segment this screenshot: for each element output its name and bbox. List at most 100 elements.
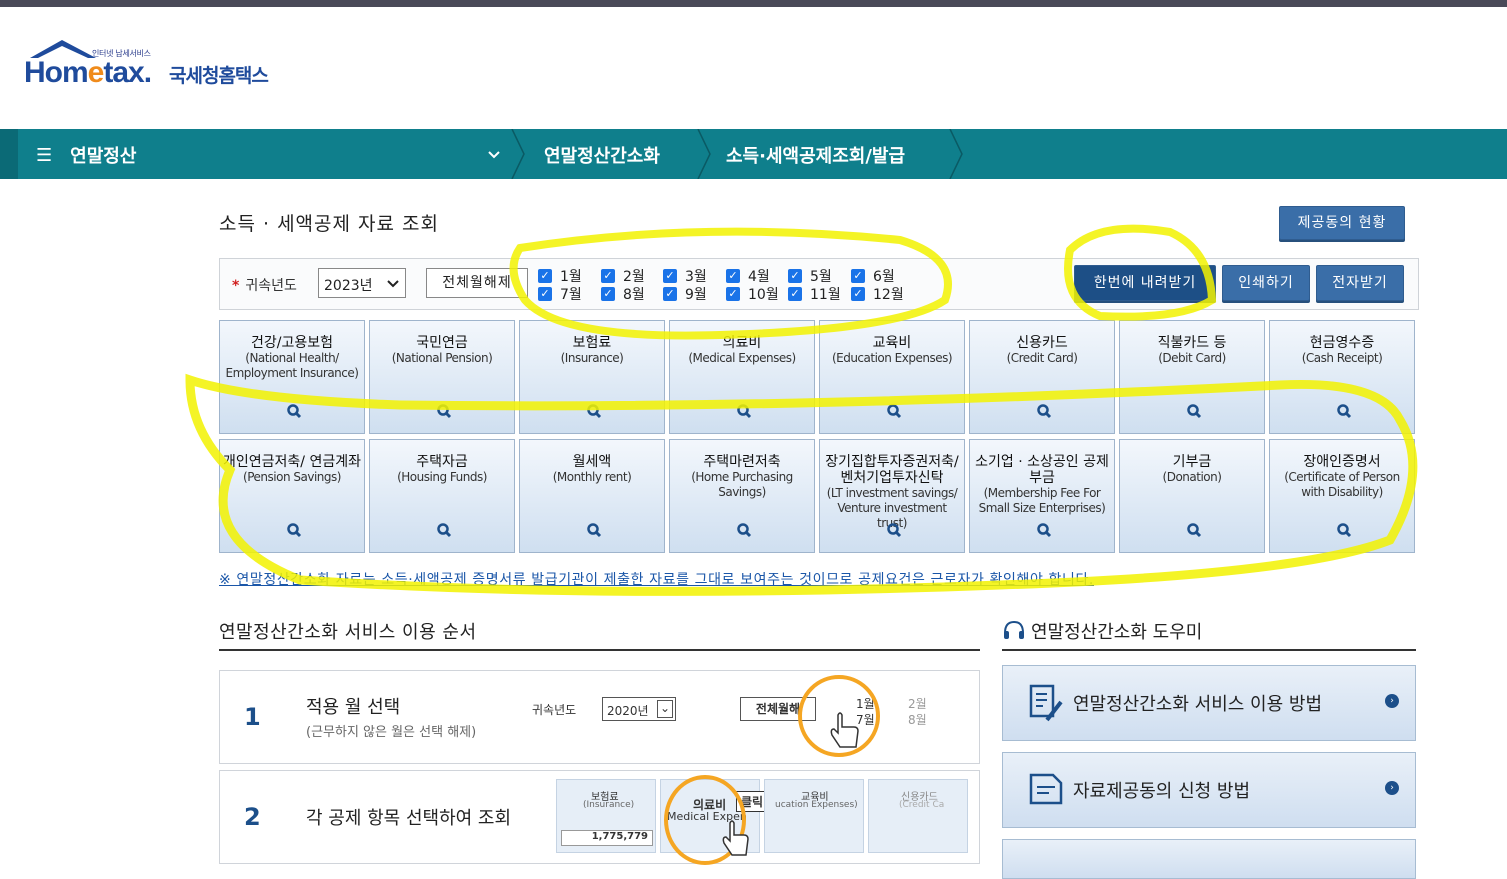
month-checkbox-7[interactable]: ✓ 7월 [538,284,582,304]
hand-pointer-icon [830,712,859,748]
search-icon[interactable] [1336,522,1352,538]
month-checkbox-9[interactable]: ✓ 9월 [663,284,707,304]
month-checkbox-5[interactable]: ✓ 5월 [788,266,832,286]
tile-english-label: (Debit Card) [1158,351,1226,365]
search-icon[interactable] [586,403,602,419]
mini-tile: 신용카드 (Credit Ca [868,779,968,853]
deduction-tile-2[interactable]: 국민연금 (National Pension) [369,320,515,434]
search-icon[interactable] [286,522,302,538]
tile-label: 기부금 [1172,454,1212,470]
hand-pointer-icon [722,820,749,856]
search-icon[interactable] [1036,522,1052,538]
hamburger-icon: ☰ [36,144,53,166]
breadcrumb-separator [697,129,711,179]
search-icon[interactable] [436,522,452,538]
chevron-down-icon [387,280,399,288]
tile-english-label: (Membership Fee For Small Size Enterpris… [978,486,1106,515]
step-title: 각 공제 항목 선택하여 조회 [306,808,512,829]
year-select[interactable]: 2023년 [318,268,406,298]
tile-label: 주택마련저축 [703,454,781,470]
logo-korean: 국세청홈택스 [169,65,269,87]
search-icon[interactable] [436,403,452,419]
search-icon[interactable] [1186,522,1202,538]
deduction-tile-14[interactable]: 소기업 · 소상공인 공제부금 (Membership Fee For Small… [969,439,1115,553]
deduction-tile-6[interactable]: 신용카드 (Credit Card) [969,320,1115,434]
search-icon[interactable] [586,522,602,538]
tile-english-label: (Donation) [1162,470,1222,484]
step-title: 적용 월 선택 [306,697,401,718]
breadcrumb-item-deduction[interactable]: 소득·세액공제조회/발급 [726,142,905,168]
e-receive-button[interactable]: 전자받기 [1316,265,1404,301]
helper-title: 연말정산간소화 도우미 [1031,622,1203,643]
deduction-tile-5[interactable]: 교육비 (Education Expenses) [819,320,965,434]
helper-item-label: 연말정산간소화 서비스 이용 방법 [1073,694,1323,715]
step-number: 2 [244,803,261,831]
search-icon[interactable] [886,403,902,419]
deduction-tile-11[interactable]: 월세액 (Monthly rent) [519,439,665,553]
checkbox-checked-icon: ✓ [601,287,615,301]
search-icon[interactable] [736,522,752,538]
tile-label: 소기업 · 소상공인 공제부금 [975,454,1109,486]
download-all-button[interactable]: 한번에 내려받기 [1074,265,1216,301]
deduction-tile-16[interactable]: 장애인증명서 (Certificate of Person with Disabi… [1269,439,1415,553]
tile-english-label: (Medical Expenses) [688,351,796,365]
clear-all-months-button[interactable]: 전체월해제 [426,268,528,298]
helper-usage-guide[interactable]: 연말정산간소화 서비스 이용 방법 › [1002,665,1416,741]
checkbox-checked-icon: ✓ [663,269,677,283]
checkbox-checked-icon: ✓ [726,287,740,301]
tile-label: 국민연금 [416,335,468,351]
steps-title: 연말정산간소화 서비스 이용 순서 [219,622,477,643]
deduction-tile-9[interactable]: 개인연금저축/ 연금계좌 (Pension Savings) [219,439,365,553]
checkbox-checked-icon: ✓ [851,269,865,283]
tile-label: 개인연금저축/ 연금계좌 [223,454,361,470]
tile-label: 신용카드 [1016,335,1068,351]
month-checkbox-1[interactable]: ✓ 1월 [538,266,582,286]
hometax-logo[interactable]: 인터넷 납세서비스 Hometax. 국세청홈택스 [22,36,312,106]
search-icon[interactable] [1186,403,1202,419]
helper-consent-guide[interactable]: 자료제공동의 신청 방법 › [1002,752,1416,828]
search-icon[interactable] [1036,403,1052,419]
tile-label: 장기집합투자증권저축/ 벤처기업투자신탁 [825,454,959,486]
consent-status-button[interactable]: 제공동의 현황 [1279,206,1405,240]
arrow-right-icon: › [1385,781,1399,795]
deduction-tile-15[interactable]: 기부금 (Donation) [1119,439,1265,553]
mini-year-label: 귀속년도 [532,703,577,717]
search-icon[interactable] [886,522,902,538]
chevron-down-icon[interactable] [487,148,501,162]
month-checkbox-2[interactable]: ✓ 2월 [601,266,645,286]
checkbox-checked-icon: ✓ [663,287,677,301]
helper-item-partial[interactable] [1002,839,1416,879]
breadcrumb-separator [511,129,525,179]
month-checkbox-3[interactable]: ✓ 3월 [663,266,707,286]
deduction-tile-7[interactable]: 직불카드 등 (Debit Card) [1119,320,1265,434]
tile-english-label: (Credit Card) [1006,351,1078,365]
month-checkbox-11[interactable]: ✓ 11월 [788,284,841,304]
checkbox-checked-icon: ✓ [788,269,802,283]
tile-english-label: (Cash Receipt) [1301,351,1383,365]
month-checkbox-4[interactable]: ✓ 4월 [726,266,770,286]
search-icon[interactable] [286,403,302,419]
notice-link[interactable]: ※ 연말정산간소화 자료는 소득·세액공제 증명서류 발급기관이 제출한 자료를… [219,569,1094,589]
month-checkbox-10[interactable]: ✓ 10월 [726,284,779,304]
breadcrumb-item-simplified[interactable]: 연말정산간소화 [544,142,660,168]
month-checkbox-8[interactable]: ✓ 8월 [601,284,645,304]
deduction-tile-3[interactable]: 보험료 (Insurance) [519,320,665,434]
month-checkbox-6[interactable]: ✓ 6월 [851,266,895,286]
search-icon[interactable] [1336,403,1352,419]
search-icon[interactable] [736,403,752,419]
menu-button[interactable]: ☰ 연말정산 [36,142,136,168]
month-checkbox-12[interactable]: ✓ 12월 [851,284,904,304]
print-button[interactable]: 인쇄하기 [1222,265,1310,301]
menu-label: 연말정산 [70,146,137,167]
deduction-tile-8[interactable]: 현금영수증 (Cash Receipt) [1269,320,1415,434]
step-2-card: 2 각 공제 항목 선택하여 조회 보험료 (Insurance) 1,775,… [219,770,980,865]
deduction-tile-12[interactable]: 주택마련저축 (Home Purchasing Savings) [669,439,815,553]
mini-month: 8월 [908,713,927,727]
deduction-tile-4[interactable]: 의료비 (Medical Expenses) [669,320,815,434]
deduction-tile-10[interactable]: 주택자금 (Housing Funds) [369,439,515,553]
tile-label: 교육비 [872,335,912,351]
tile-english-label: (Certificate of Person with Disability) [1284,470,1400,499]
deduction-tile-1[interactable]: 건강/고용보험 (National Health/ Employment Insu… [219,320,365,434]
deduction-tile-13[interactable]: 장기집합투자증권저축/ 벤처기업투자신탁 (LT investment savin… [819,439,965,553]
tile-label: 주택자금 [416,454,468,470]
